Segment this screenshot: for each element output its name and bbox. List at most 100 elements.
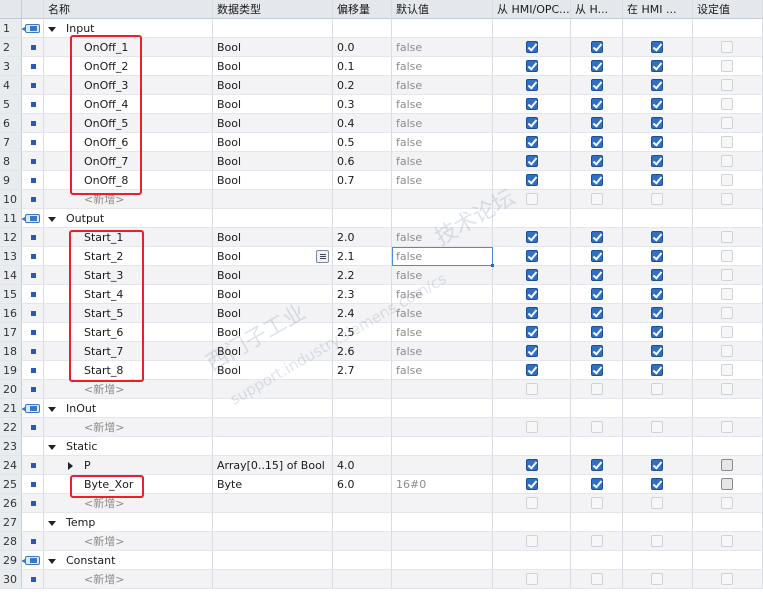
header-default[interactable]: 默认值 <box>392 0 493 19</box>
data-type-cell[interactable]: Bool <box>213 76 333 95</box>
name-cell[interactable]: OnOff_8 <box>44 171 213 190</box>
data-type-cell[interactable]: Bool <box>213 266 333 285</box>
default-value-cell[interactable] <box>392 209 493 228</box>
setpoint-checkbox[interactable] <box>721 364 733 376</box>
data-type-cell[interactable]: Bool <box>213 342 333 361</box>
data-type-cell[interactable]: Byte <box>213 475 333 494</box>
name-cell[interactable]: <新增> <box>44 494 213 513</box>
hmi-opc-checkbox[interactable] <box>526 345 538 357</box>
hmi-visible-checkbox[interactable] <box>591 459 603 471</box>
name-cell[interactable]: Start_7 <box>44 342 213 361</box>
section-row[interactable]: 1 Input <box>0 19 763 38</box>
section-row[interactable]: 23 Static <box>0 437 763 456</box>
default-value-cell[interactable]: false <box>392 266 493 285</box>
collapse-caret-icon[interactable] <box>48 217 56 222</box>
hmi-visible-checkbox[interactable] <box>591 269 603 281</box>
section-row[interactable]: 27 Temp <box>0 513 763 532</box>
collapse-caret-icon[interactable] <box>48 407 56 412</box>
data-type-cell[interactable] <box>213 418 333 437</box>
table-row[interactable]: 9 OnOff_8 Bool 0.7 false <box>0 171 763 190</box>
hmi-opc-checkbox[interactable] <box>526 573 538 585</box>
hmi-in-checkbox[interactable] <box>651 383 663 395</box>
hmi-visible-checkbox[interactable] <box>591 573 603 585</box>
setpoint-checkbox[interactable] <box>721 421 733 433</box>
expand-caret-icon[interactable] <box>68 462 73 470</box>
header-name[interactable]: 名称 <box>44 0 213 19</box>
hmi-in-checkbox[interactable] <box>651 60 663 72</box>
name-cell[interactable]: <新增> <box>44 532 213 551</box>
hmi-in-checkbox[interactable] <box>651 136 663 148</box>
table-row[interactable]: 18 Start_7 Bool 2.6 false <box>0 342 763 361</box>
hmi-visible-checkbox[interactable] <box>591 250 603 262</box>
setpoint-checkbox[interactable] <box>721 136 733 148</box>
hmi-opc-checkbox[interactable] <box>526 60 538 72</box>
default-value-edit-box[interactable] <box>392 247 494 267</box>
add-row[interactable]: 30 <新增> <box>0 570 763 589</box>
header-hmi-in[interactable]: 在 HMI ... <box>623 0 693 19</box>
data-type-cell[interactable]: Bool <box>213 95 333 114</box>
table-row[interactable]: 24 P Array[0..15] of Bool 4.0 <box>0 456 763 475</box>
hmi-visible-checkbox[interactable] <box>591 231 603 243</box>
name-cell[interactable]: <新增> <box>44 380 213 399</box>
add-row[interactable]: 20 <新增> <box>0 380 763 399</box>
setpoint-checkbox[interactable] <box>721 459 733 471</box>
name-cell[interactable]: OnOff_1 <box>44 38 213 57</box>
hmi-opc-checkbox[interactable] <box>526 117 538 129</box>
data-type-cell[interactable] <box>213 570 333 589</box>
default-value-cell[interactable]: false <box>392 57 493 76</box>
list-icon[interactable] <box>316 250 329 263</box>
hmi-opc-checkbox[interactable] <box>526 478 538 490</box>
default-value-cell[interactable]: false <box>392 95 493 114</box>
hmi-visible-checkbox[interactable] <box>591 345 603 357</box>
section-row[interactable]: 21 InOut <box>0 399 763 418</box>
table-row[interactable]: 14 Start_3 Bool 2.2 false <box>0 266 763 285</box>
header-setpoint[interactable]: 设定值 <box>693 0 763 19</box>
setpoint-checkbox[interactable] <box>721 307 733 319</box>
default-value-cell[interactable]: false <box>392 38 493 57</box>
default-value-cell[interactable] <box>392 513 493 532</box>
table-row[interactable]: 2 OnOff_1 Bool 0.0 false <box>0 38 763 57</box>
setpoint-checkbox[interactable] <box>721 288 733 300</box>
header-offset[interactable]: 偏移量 <box>333 0 392 19</box>
hmi-opc-checkbox[interactable] <box>526 250 538 262</box>
table-row[interactable]: 12 Start_1 Bool 2.0 false <box>0 228 763 247</box>
default-value-cell[interactable] <box>392 551 493 570</box>
default-value-cell[interactable] <box>392 399 493 418</box>
hmi-visible-checkbox[interactable] <box>591 60 603 72</box>
default-value-cell[interactable]: false <box>392 114 493 133</box>
hmi-in-checkbox[interactable] <box>651 345 663 357</box>
hmi-in-checkbox[interactable] <box>651 250 663 262</box>
data-type-cell[interactable] <box>213 513 333 532</box>
hmi-in-checkbox[interactable] <box>651 155 663 167</box>
data-type-cell[interactable]: Bool <box>213 57 333 76</box>
header-data-type[interactable]: 数据类型 <box>213 0 333 19</box>
data-type-cell[interactable]: Bool <box>213 152 333 171</box>
default-value-cell[interactable]: false <box>392 361 493 380</box>
data-type-cell[interactable]: Array[0..15] of Bool <box>213 456 333 475</box>
name-cell[interactable]: Output <box>44 209 213 228</box>
default-value-cell[interactable]: false <box>392 304 493 323</box>
name-cell[interactable]: Start_1 <box>44 228 213 247</box>
default-value-cell[interactable]: false <box>392 152 493 171</box>
hmi-visible-checkbox[interactable] <box>591 478 603 490</box>
default-value-cell[interactable] <box>392 418 493 437</box>
hmi-in-checkbox[interactable] <box>651 231 663 243</box>
hmi-opc-checkbox[interactable] <box>526 155 538 167</box>
section-row[interactable]: 29 Constant <box>0 551 763 570</box>
hmi-in-checkbox[interactable] <box>651 193 663 205</box>
hmi-visible-checkbox[interactable] <box>591 174 603 186</box>
hmi-opc-checkbox[interactable] <box>526 535 538 547</box>
hmi-visible-checkbox[interactable] <box>591 155 603 167</box>
hmi-in-checkbox[interactable] <box>651 421 663 433</box>
hmi-visible-checkbox[interactable] <box>591 136 603 148</box>
data-type-cell[interactable]: Bool <box>213 285 333 304</box>
hmi-opc-checkbox[interactable] <box>526 307 538 319</box>
data-type-cell[interactable] <box>213 380 333 399</box>
name-cell[interactable]: OnOff_6 <box>44 133 213 152</box>
table-row[interactable]: 15 Start_4 Bool 2.3 false <box>0 285 763 304</box>
setpoint-checkbox[interactable] <box>721 269 733 281</box>
hmi-visible-checkbox[interactable] <box>591 383 603 395</box>
data-type-cell[interactable]: Bool <box>213 38 333 57</box>
hmi-in-checkbox[interactable] <box>651 364 663 376</box>
data-type-cell[interactable]: Bool <box>213 114 333 133</box>
